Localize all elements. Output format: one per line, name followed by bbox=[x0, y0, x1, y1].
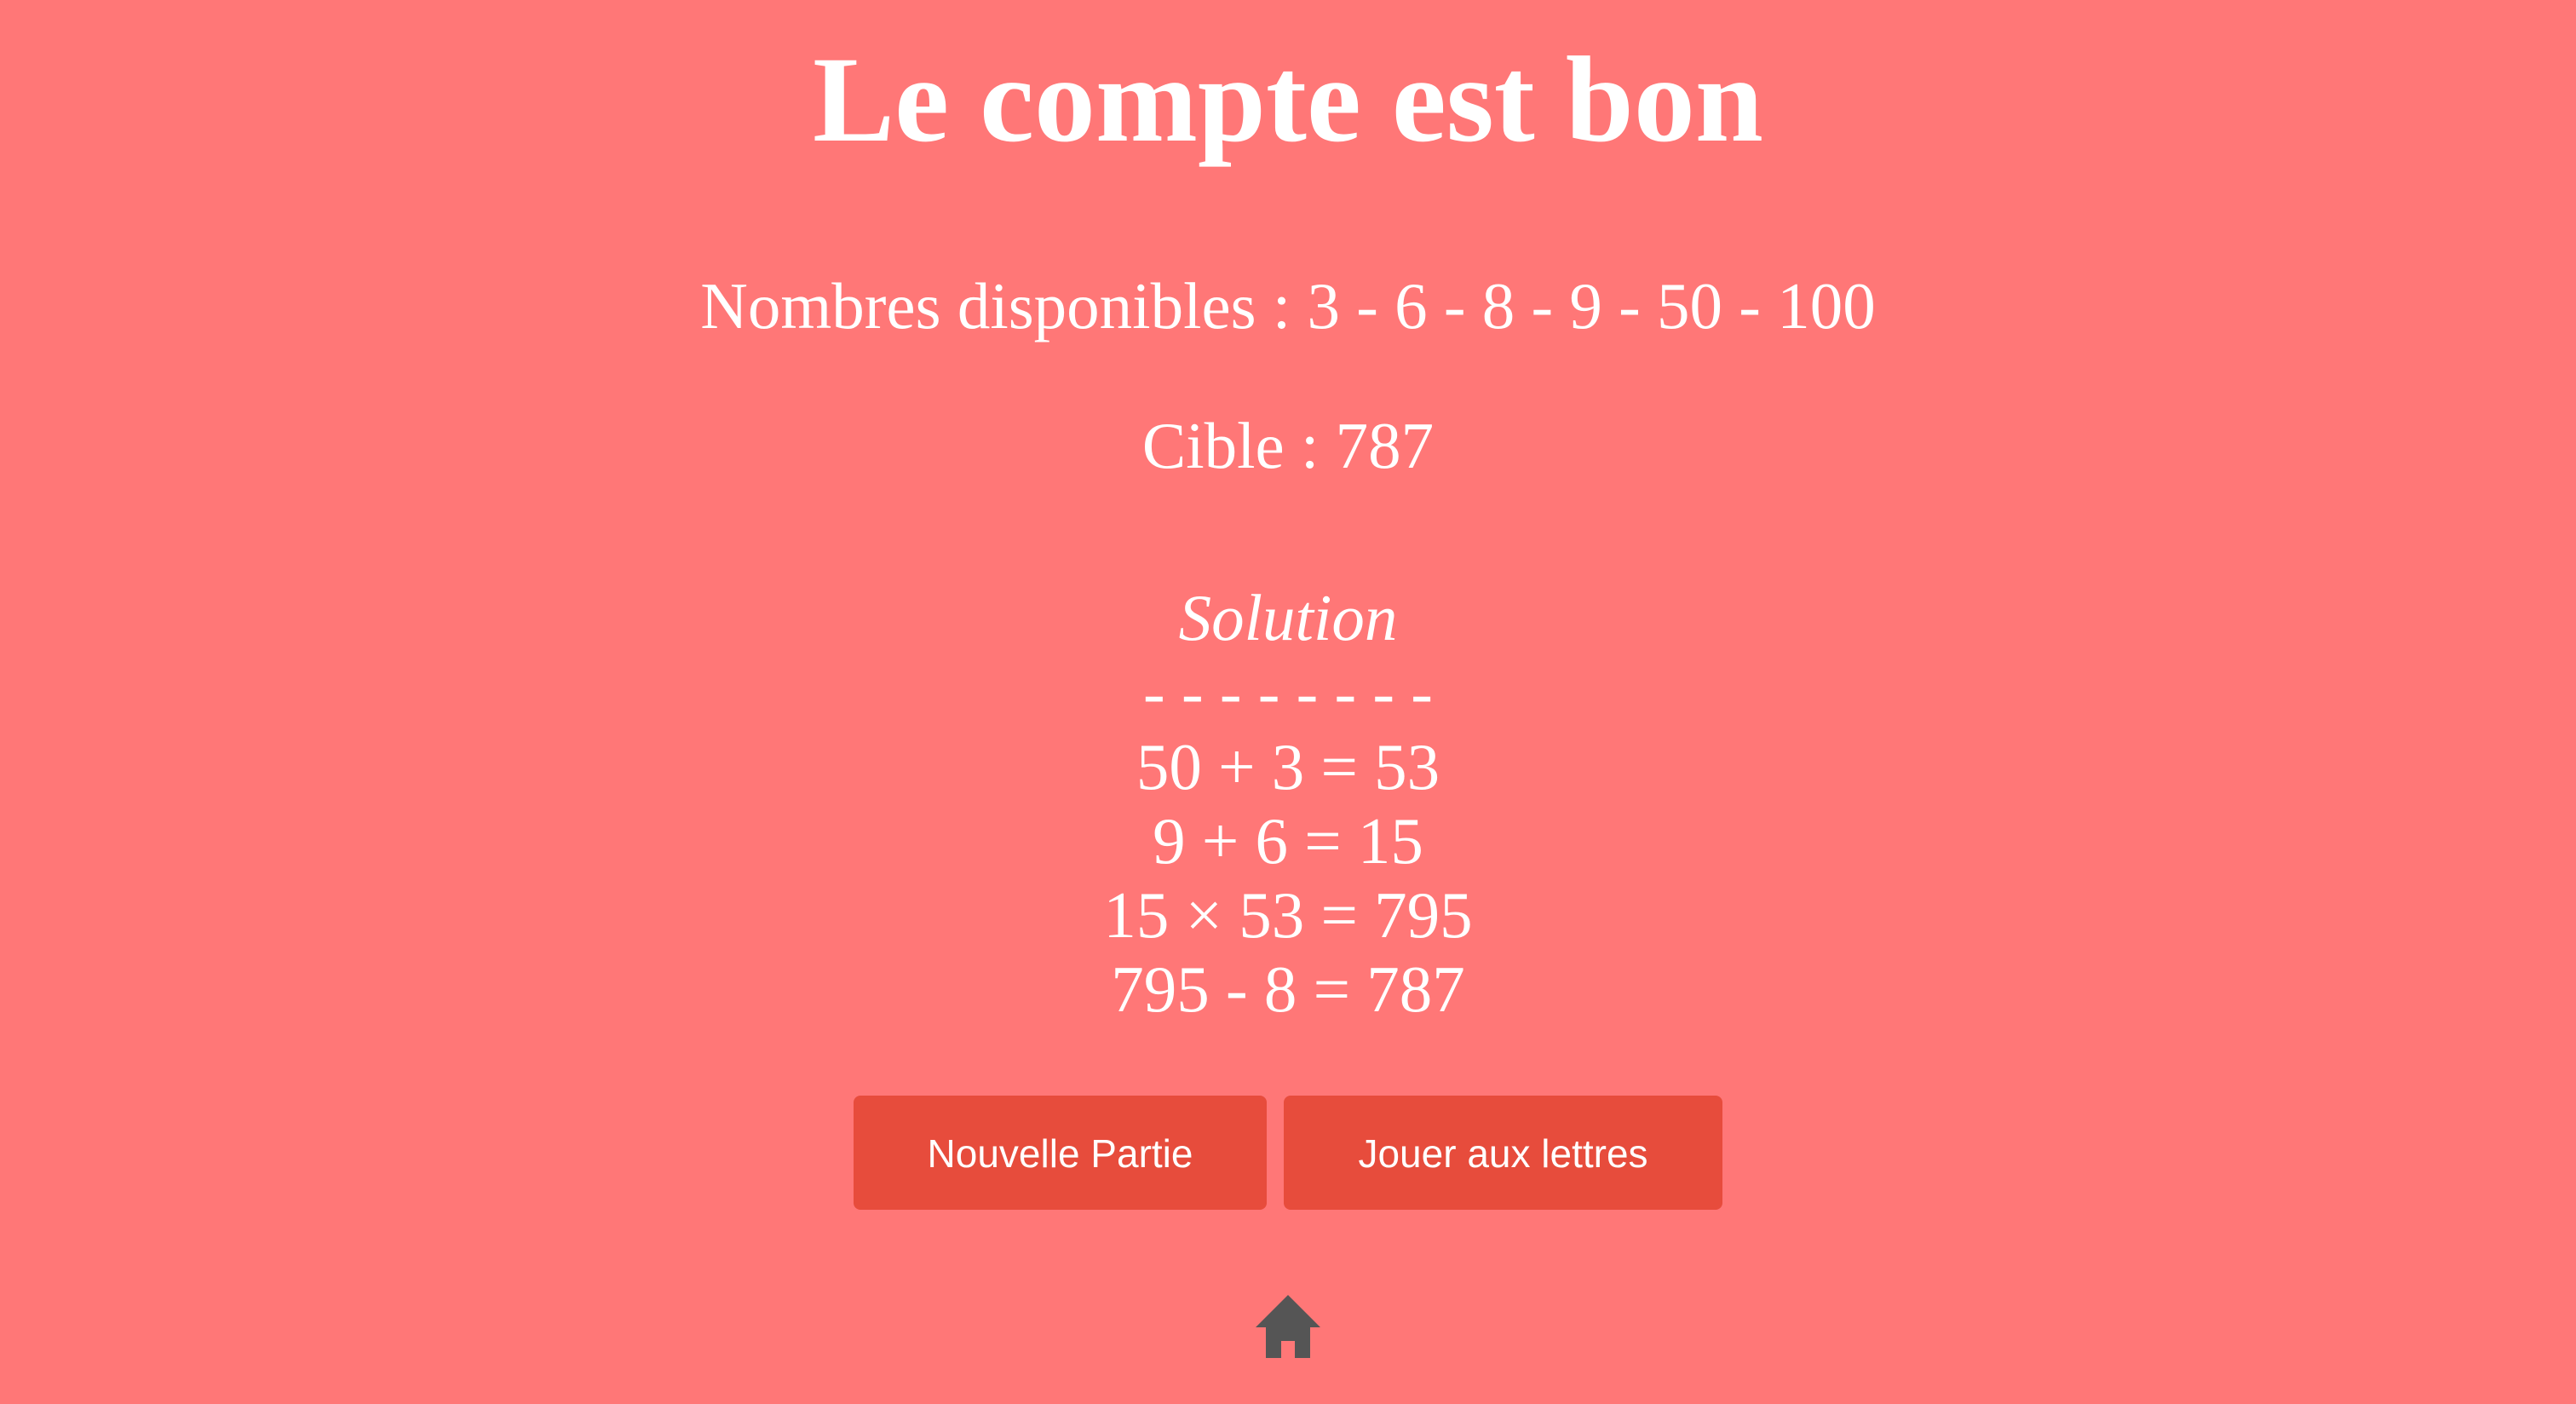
solution-step: 795 - 8 = 787 bbox=[1111, 952, 1465, 1026]
solution-step: 9 + 6 = 15 bbox=[1153, 804, 1423, 878]
new-game-button[interactable]: Nouvelle Partie bbox=[854, 1096, 1267, 1210]
solution-step: 50 + 3 = 53 bbox=[1136, 730, 1440, 803]
play-letters-button[interactable]: Jouer aux lettres bbox=[1284, 1096, 1722, 1210]
solution-list: - - - - - - - - 50 + 3 = 53 9 + 6 = 15 1… bbox=[0, 656, 2576, 1027]
solution-heading: Solution bbox=[1178, 581, 1398, 654]
target-number: Cible : 787 bbox=[1141, 409, 1435, 482]
home-icon-graphic bbox=[1256, 1295, 1320, 1358]
home-icon[interactable] bbox=[1254, 1292, 1322, 1360]
game-page: Le compte est bon Nombres disponibles : … bbox=[0, 0, 2576, 1404]
action-buttons: Nouvelle Partie Jouer aux lettres bbox=[0, 1096, 2576, 1210]
page-title: Le compte est bon bbox=[813, 32, 1763, 168]
solution-step: 15 × 53 = 795 bbox=[1103, 878, 1473, 952]
available-numbers: Nombres disponibles : 3 - 6 - 8 - 9 - 50… bbox=[700, 269, 1876, 342]
solution-separator: - - - - - - - - bbox=[1143, 656, 1433, 729]
